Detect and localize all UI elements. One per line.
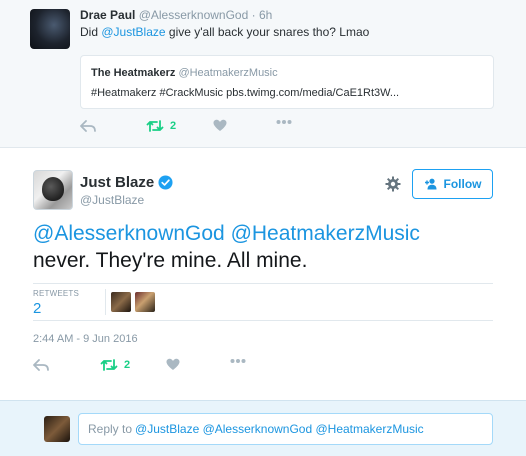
parent-like-button[interactable]	[213, 119, 227, 132]
follow-person-icon	[424, 178, 436, 190]
main-author-handle[interactable]: @JustBlaze	[80, 193, 144, 207]
main-tweet-text: @AlesserknownGod @HeatmakerzMusic never.…	[33, 220, 503, 274]
quoted-tweet-card[interactable]: The Heatmakerz @HeatmakerzMusic #Heatmak…	[80, 55, 494, 109]
reply-icon	[33, 359, 49, 371]
parent-author-handle[interactable]: @AlesserknownGod	[139, 8, 249, 22]
retweet-icon	[100, 359, 118, 371]
reply-input[interactable]: Reply to @JustBlaze @AlesserknownGod @He…	[78, 413, 493, 445]
retweeter-avatar[interactable]	[135, 292, 155, 312]
tweet-stats: RETWEETS 2	[33, 283, 493, 321]
follow-button[interactable]: Follow	[412, 169, 493, 199]
retweeter-avatar[interactable]	[111, 292, 131, 312]
reply-prefix: Reply to	[88, 422, 133, 436]
stats-divider	[105, 289, 106, 315]
parent-text-after: give y'all back your snares tho? Lmao	[165, 25, 370, 39]
more-icon	[230, 359, 246, 363]
parent-time-separator: ·	[251, 8, 256, 22]
current-user-avatar	[44, 416, 70, 442]
reply-footer: Reply to @JustBlaze @AlesserknownGod @He…	[0, 400, 526, 456]
follow-label: Follow	[443, 177, 482, 191]
main-tweet-actions: 2	[33, 358, 263, 374]
parent-tweet[interactable]: Drae Paul @AlesserknownGod · 6h Did @Jus…	[0, 0, 526, 148]
retweet-icon	[146, 120, 164, 132]
parent-more-button[interactable]	[276, 119, 292, 125]
quoted-author-handle: @HeatmakerzMusic	[178, 67, 278, 79]
quoted-tweet-header: The Heatmakerz @HeatmakerzMusic	[91, 67, 278, 79]
parent-author-name[interactable]: Drae Paul	[80, 8, 135, 22]
main-tweet-mentions[interactable]: @AlesserknownGod @HeatmakerzMusic	[33, 220, 503, 247]
quoted-author-name: The Heatmakerz	[91, 67, 176, 79]
parent-author-avatar[interactable]	[30, 9, 70, 49]
parent-tweet-text: Did @JustBlaze give y'all back your snar…	[80, 25, 369, 39]
like-icon	[166, 358, 180, 370]
main-like-button[interactable]	[166, 358, 180, 371]
main-author-name-row[interactable]: Just Blaze	[80, 174, 173, 191]
gear-icon	[385, 176, 401, 192]
parent-tweet-actions: 2	[80, 119, 300, 135]
parent-reply-button[interactable]	[80, 119, 96, 133]
main-retweet-button[interactable]: 2	[100, 358, 130, 372]
parent-tweet-time[interactable]: 6h	[259, 8, 272, 22]
more-icon	[276, 120, 292, 124]
parent-retweet-count: 2	[170, 120, 177, 132]
main-author-avatar[interactable]	[33, 170, 73, 210]
avatar-face	[42, 177, 64, 201]
main-more-button[interactable]	[230, 358, 246, 364]
reply-mentions: @JustBlaze @AlesserknownGod @HeatmakerzM…	[135, 422, 424, 436]
main-reply-button[interactable]	[33, 358, 49, 372]
parent-mention-link[interactable]: @JustBlaze	[101, 25, 165, 39]
parent-tweet-header: Drae Paul @AlesserknownGod · 6h	[80, 8, 272, 22]
main-tweet-body: never. They're mine. All mine.	[33, 249, 308, 272]
quoted-tweet-text: #Heatmakerz #CrackMusic pbs.twimg.com/me…	[91, 87, 400, 99]
like-icon	[213, 119, 227, 131]
retweets-label: RETWEETS	[33, 289, 80, 298]
parent-retweet-button[interactable]: 2	[146, 119, 176, 133]
retweets-count: 2	[33, 300, 42, 317]
main-retweet-count: 2	[124, 359, 131, 371]
verified-icon	[158, 175, 173, 190]
settings-button[interactable]	[385, 176, 401, 197]
main-author-name[interactable]: Just Blaze	[80, 174, 154, 191]
reply-icon	[80, 120, 96, 132]
parent-text-before: Did	[80, 25, 102, 39]
tweet-timestamp[interactable]: 2:44 AM - 9 Jun 2016	[33, 333, 138, 345]
